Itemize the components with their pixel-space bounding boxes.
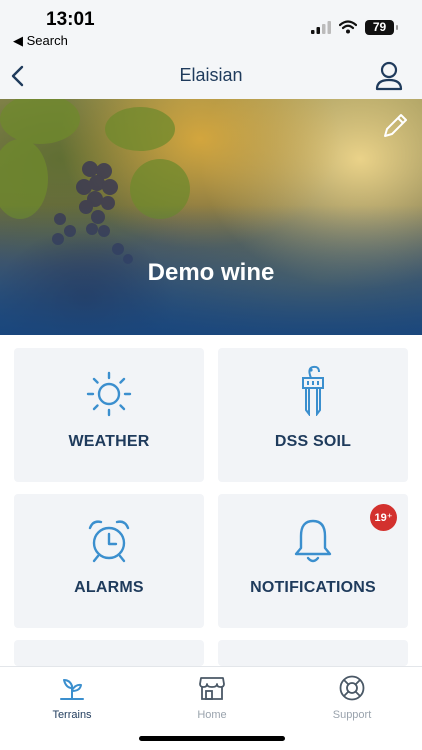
page-title: Elaisian — [179, 65, 243, 85]
notification-count-badge: 19⁺ — [370, 504, 397, 531]
alarm-clock-icon — [88, 520, 130, 563]
back-to-search-link[interactable]: ◀ Search — [13, 33, 68, 49]
tab-home-label: Home — [197, 709, 227, 721]
nav-bar: Elaisian — [0, 52, 422, 99]
terrain-name: Demo wine — [147, 259, 275, 286]
store-icon — [199, 677, 225, 700]
partial-tile-left[interactable] — [14, 640, 204, 666]
alarms-label: ALARMS — [74, 579, 144, 596]
terrain-hero-image: Demo wine — [0, 99, 422, 335]
cellular-signal-icon — [311, 21, 331, 34]
notifications-tile[interactable]: NOTIFICATIONS 19⁺ — [218, 494, 408, 628]
home-indicator — [139, 736, 285, 741]
battery-icon: 79 — [365, 19, 398, 35]
tab-terrains[interactable]: Terrains — [22, 673, 122, 721]
pencil-edit-icon[interactable] — [380, 111, 410, 141]
wifi-icon — [339, 20, 357, 34]
tab-home[interactable]: Home — [162, 673, 262, 721]
lifebuoy-icon — [339, 675, 365, 701]
status-icons: 79 — [311, 18, 398, 36]
notifications-label: NOTIFICATIONS — [250, 579, 376, 596]
sprout-icon — [60, 679, 84, 700]
sun-icon — [86, 371, 132, 417]
weather-label: WEATHER — [68, 433, 150, 450]
user-profile-icon[interactable] — [374, 60, 404, 92]
status-time: 13:01 — [46, 9, 95, 30]
status-bar: 13:01 ◀ Search 79 — [0, 0, 422, 52]
battery-level: 79 — [372, 20, 387, 34]
alarms-tile[interactable]: ALARMS — [14, 494, 204, 628]
weather-tile[interactable]: WEATHER — [14, 348, 204, 482]
tab-support[interactable]: Support — [302, 673, 402, 721]
tab-support-label: Support — [332, 709, 372, 721]
bell-icon — [294, 519, 332, 563]
dss-soil-label: DSS SOIL — [274, 433, 352, 450]
partial-tile-right[interactable] — [218, 640, 408, 666]
soil-probe-icon — [302, 365, 324, 416]
dss-soil-tile[interactable]: DSS SOIL — [218, 348, 408, 482]
tab-terrains-label: Terrains — [52, 709, 92, 721]
